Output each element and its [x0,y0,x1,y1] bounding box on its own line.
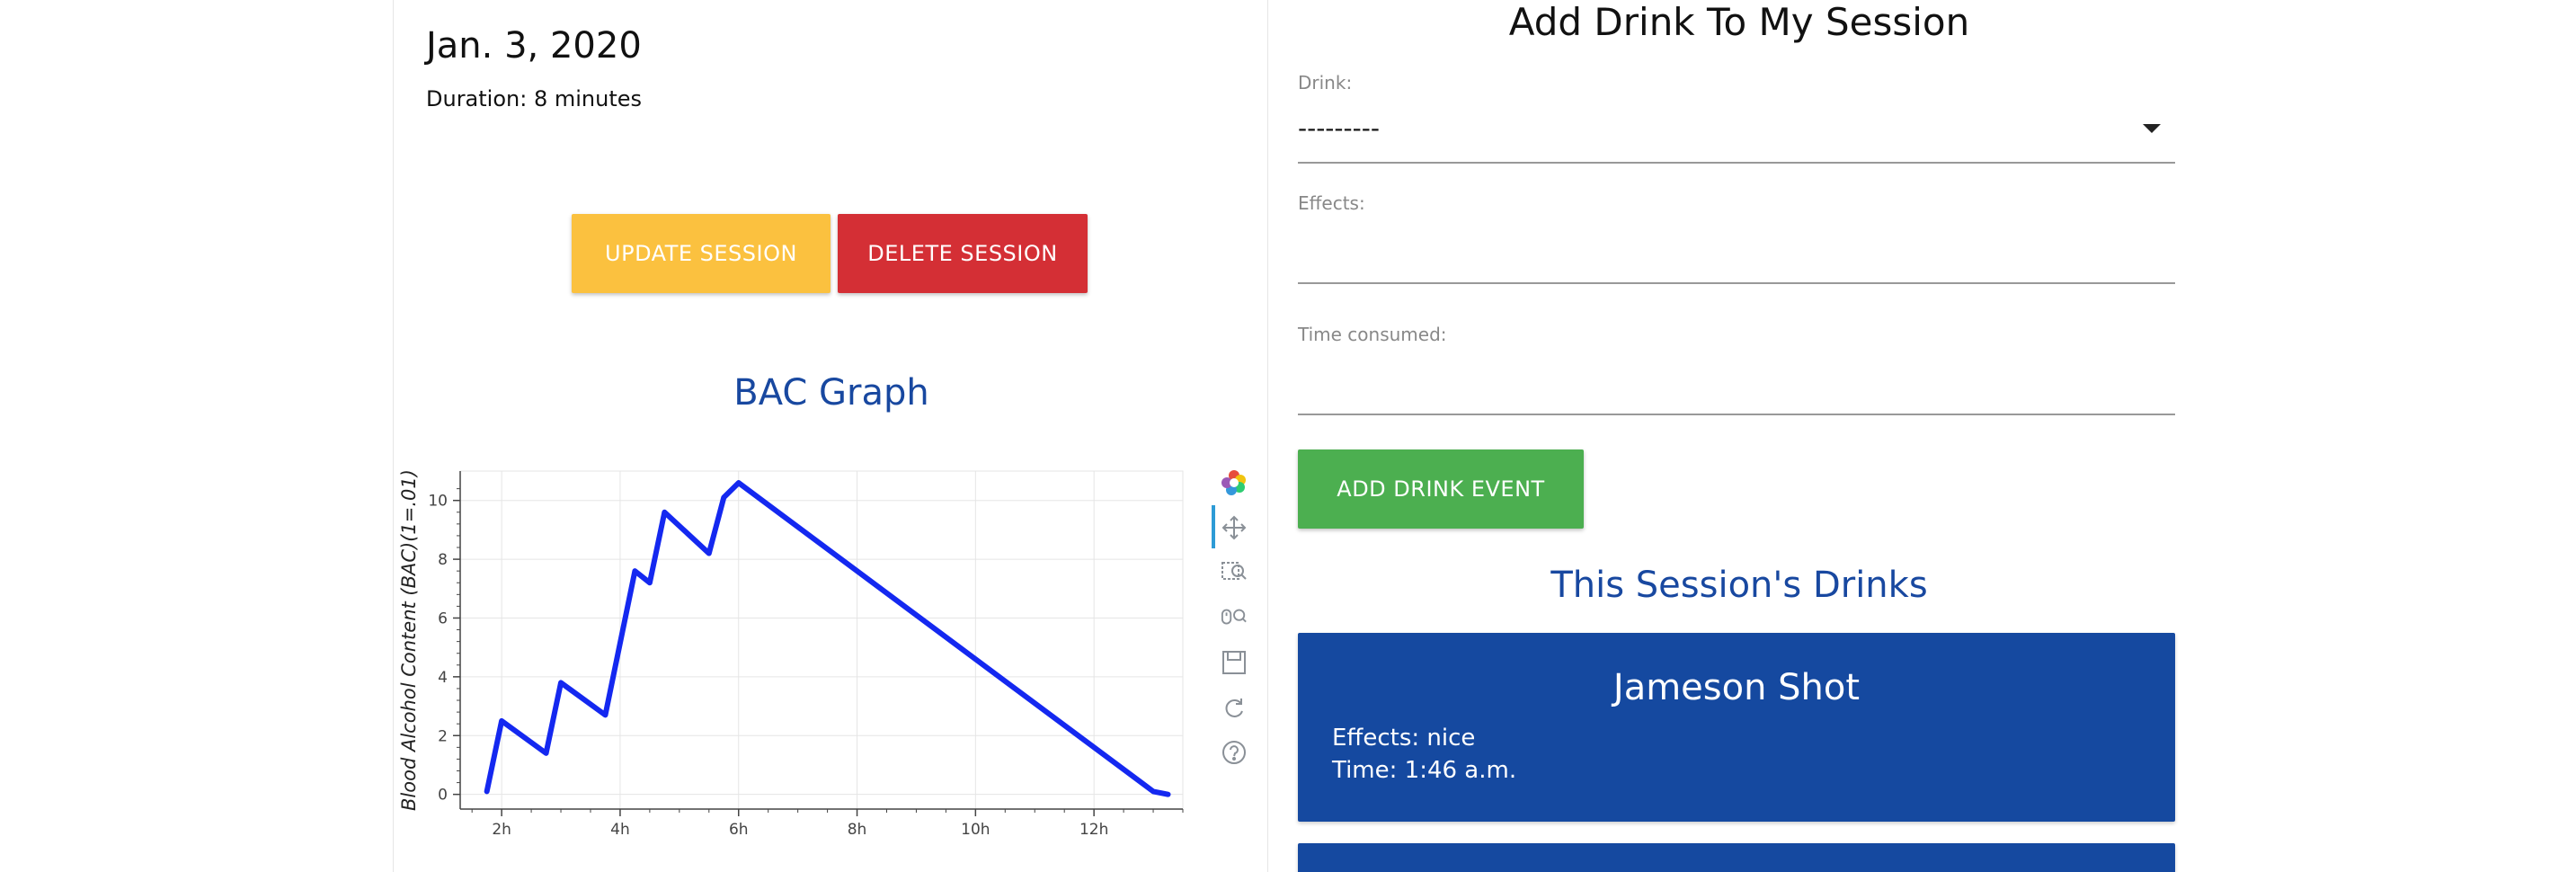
x-tick-label: 4h [610,821,630,839]
plot-area [459,470,1184,810]
drink-card[interactable]: Jameson Shot Effects: nice Time: 1:46 a.… [1298,633,2175,822]
y-tick-label: 4 [438,669,448,687]
pan-icon[interactable] [1221,514,1248,541]
session-drinks-title: This Session's Drinks [1550,565,1928,606]
x-tick-label: 12h [1079,821,1108,839]
drink-time: Time: 1:46 a.m. [1332,757,1517,784]
page: Jan. 3, 2020 Duration: 8 minutes UPDATE … [0,0,2576,872]
time-consumed-label: Time consumed: [1298,324,1447,345]
chevron-down-icon[interactable] [2143,124,2161,133]
add-drink-title: Add Drink To My Session [1508,0,1970,44]
y-tick-label: 6 [438,610,448,627]
x-tick-label: 2h [492,821,511,839]
drink-effects: Effects: nice [1332,725,1476,752]
box-zoom-icon[interactable] [1221,559,1248,586]
reset-icon[interactable] [1221,694,1248,721]
y-tick-label: 10 [428,493,448,511]
y-tick-label: 0 [438,787,448,805]
graph-title: BAC Graph [733,372,929,414]
active-tool-indicator [1212,505,1215,548]
bac-chart-svg[interactable]: 2h 4h 6h 8h 10h 12h 0 2 4 6 8 10 Blood Alcohol Cont… [395,460,1195,872]
x-tick-label: 10h [961,821,990,839]
delete-session-button[interactable]: DELETE SESSION [838,214,1088,293]
drink-select[interactable]: --------- [1298,113,1380,143]
add-drink-event-button[interactable]: ADD DRINK EVENT [1298,449,1584,529]
wheel-zoom-icon[interactable] [1221,604,1248,631]
session-date: Jan. 3, 2020 [426,25,642,67]
time-consumed-field[interactable] [1298,414,2175,415]
drink-select-underline [1298,162,2175,164]
chart-grid [459,470,1184,810]
chart-ylabel-group: Blood Alcohol Content (BAC)(1=.01) [398,469,420,811]
drink-card[interactable] [1298,843,2175,872]
x-tick-label: 8h [848,821,867,839]
save-icon[interactable] [1221,649,1248,676]
effects-field[interactable] [1298,282,2175,284]
help-icon[interactable] [1221,739,1248,766]
drink-name: Jameson Shot [1612,667,1861,708]
y-tick-label: 8 [438,551,448,569]
session-duration: Duration: 8 minutes [426,86,642,111]
chart-toolbar [1212,464,1255,770]
y-tick-label: 2 [438,727,448,745]
y-axis-label: Blood Alcohol Content (BAC)(1=.01) [398,469,420,811]
update-session-button[interactable]: UPDATE SESSION [572,214,831,293]
x-tick-label: 6h [729,821,749,839]
drink-label: Drink: [1298,72,1353,93]
bac-chart[interactable]: 2h 4h 6h 8h 10h 12h 0 2 4 6 8 10 Blood Alcohol Cont… [395,460,1195,872]
effects-label: Effects: [1298,192,1365,214]
bokeh-logo-icon[interactable] [1221,469,1248,496]
